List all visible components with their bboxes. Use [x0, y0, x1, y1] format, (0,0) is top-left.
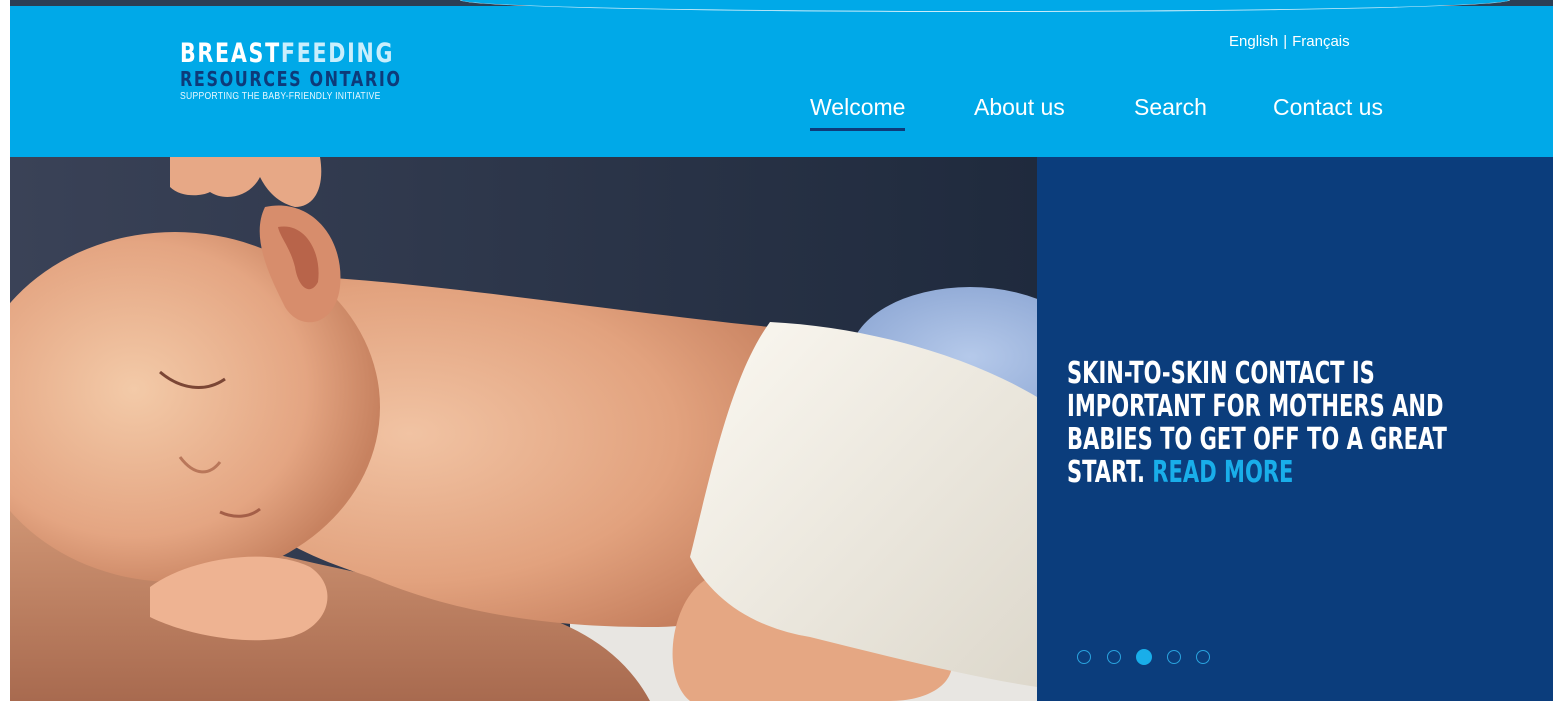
- nav-search[interactable]: Search: [1134, 94, 1207, 121]
- hero-headline: Skin-to-skin contact is important for mo…: [1067, 356, 1447, 490]
- carousel-dot-3[interactable]: [1136, 649, 1152, 665]
- logo-tagline: SUPPORTING THE BABY-FRIENDLY INITIATIVE: [180, 91, 381, 102]
- site-header: BREASTFEEDING RESOURCES ONTARIO SUPPORTI…: [10, 0, 1553, 157]
- language-english-link[interactable]: English: [1229, 33, 1278, 50]
- read-more-link[interactable]: Read more: [1152, 455, 1293, 490]
- page: BREASTFEEDING RESOURCES ONTARIO SUPPORTI…: [10, 0, 1553, 701]
- site-logo[interactable]: BREASTFEEDING RESOURCES ONTARIO SUPPORTI…: [180, 40, 420, 103]
- carousel-dot-1[interactable]: [1077, 650, 1091, 664]
- language-french-link[interactable]: Français: [1292, 33, 1350, 50]
- nav-about-us[interactable]: About us: [974, 94, 1065, 121]
- sleeping-baby-image: [10, 157, 1037, 701]
- carousel-dot-4[interactable]: [1167, 650, 1181, 664]
- hero-text-panel: Skin-to-skin contact is important for mo…: [1037, 157, 1553, 701]
- logo-subtitle: RESOURCES ONTARIO: [180, 67, 402, 91]
- header-top-notch: [460, 0, 1510, 12]
- language-separator: |: [1283, 33, 1288, 50]
- language-switcher: English | Français: [1229, 33, 1350, 50]
- nav-welcome[interactable]: Welcome: [810, 94, 906, 131]
- logo-title: BREASTFEEDING: [180, 38, 395, 69]
- hero-photo: [10, 157, 1037, 701]
- carousel-dot-5[interactable]: [1196, 650, 1210, 664]
- nav-contact-us[interactable]: Contact us: [1273, 94, 1383, 121]
- carousel-dot-2[interactable]: [1107, 650, 1121, 664]
- hero-carousel: Skin-to-skin contact is important for mo…: [10, 157, 1553, 701]
